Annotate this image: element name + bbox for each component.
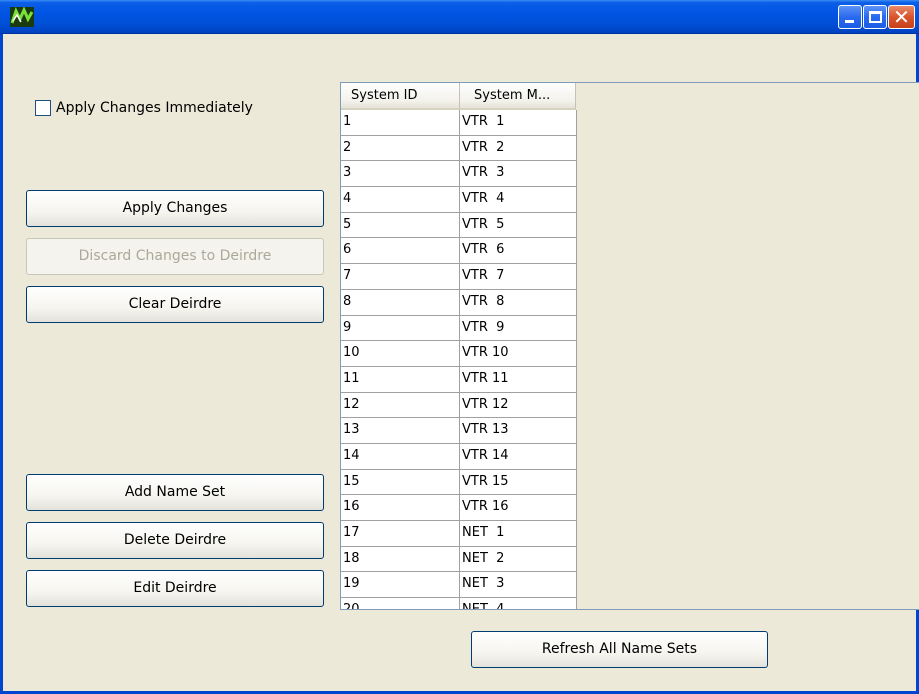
add-name-set-button[interactable]: Add Name Set (26, 474, 324, 511)
table-row[interactable]: 14 VTR 14 (341, 443, 577, 470)
table-row[interactable]: 3 VTR 3 (341, 161, 577, 188)
table-row[interactable]: 9 VTR 9 (341, 315, 577, 342)
cell-system-id[interactable]: 7 (341, 264, 460, 290)
apply-immediately-option[interactable]: Apply Changes Immediately (35, 100, 253, 116)
table-row[interactable]: 8 VTR 8 (341, 289, 577, 316)
cell-system-id[interactable]: 17 (341, 521, 460, 547)
table-body: 1 VTR 1 2 VTR 2 3 VTR 3 4 VTR 4 5 VTR 5 6 VTR 6 7 VTR… (341, 110, 577, 609)
table-row[interactable]: 7 VTR 7 (341, 264, 577, 290)
cell-system-id[interactable]: 13 (341, 418, 460, 444)
refresh-all-name-sets-button[interactable]: Refresh All Name Sets (471, 631, 768, 668)
cell-system-name[interactable]: VTR 4 (460, 187, 577, 213)
close-icon: ✕ (893, 5, 910, 29)
cell-system-name[interactable]: VTR 15 (460, 469, 577, 496)
cell-system-id[interactable]: 14 (341, 443, 460, 470)
cell-system-name[interactable]: VTR 13 (460, 418, 577, 444)
table-row[interactable]: 16 VTR 16 (341, 495, 577, 521)
table-row[interactable]: 12 VTR 12 (341, 392, 577, 419)
cell-system-id[interactable]: 9 (341, 315, 460, 342)
cell-system-id[interactable]: 8 (341, 289, 460, 316)
minimize-button[interactable] (838, 5, 862, 29)
table-row[interactable]: 17 NET 1 (341, 521, 577, 547)
cell-system-id[interactable]: 19 (341, 572, 460, 599)
cell-system-name[interactable]: NET 4 (460, 598, 577, 609)
table-row[interactable]: 1 VTR 1 (341, 110, 577, 136)
cell-system-name[interactable]: VTR 11 (460, 366, 577, 393)
table-row[interactable]: 11 VTR 11 (341, 366, 577, 393)
cell-system-name[interactable]: VTR 12 (460, 392, 577, 419)
edit-deirdre-button[interactable]: Edit Deirdre (26, 570, 324, 607)
cell-system-name[interactable]: VTR 14 (460, 443, 577, 470)
column-header-system-id[interactable]: System ID (341, 83, 460, 110)
cell-system-id[interactable]: 10 (341, 341, 460, 367)
clear-deirdre-button[interactable]: Clear Deirdre (26, 286, 324, 323)
cell-system-id[interactable]: 16 (341, 495, 460, 521)
cell-system-name[interactable]: VTR 7 (460, 264, 577, 290)
cell-system-id[interactable]: 20 (341, 598, 460, 609)
cell-system-name[interactable]: NET 2 (460, 546, 577, 573)
cell-system-id[interactable]: 12 (341, 392, 460, 419)
table-row[interactable]: 18 NET 2 (341, 546, 577, 573)
cell-system-id[interactable]: 5 (341, 212, 460, 239)
name-set-table[interactable]: System ID System M... 1 VTR 1 2 VTR 2 3 VTR 3… (340, 82, 919, 610)
cell-system-name[interactable]: NET 3 (460, 572, 577, 599)
apply-immediately-label: Apply Changes Immediately (56, 100, 253, 116)
cell-system-name[interactable]: VTR 6 (460, 238, 577, 265)
title-bar[interactable]: ✕ (0, 0, 919, 34)
cell-system-id[interactable]: 18 (341, 546, 460, 573)
table-row[interactable]: 10 VTR 10 (341, 341, 577, 367)
cell-system-name[interactable]: VTR 8 (460, 289, 577, 316)
cell-system-id[interactable]: 4 (341, 187, 460, 213)
cell-system-name[interactable]: VTR 5 (460, 212, 577, 239)
delete-deirdre-button[interactable]: Delete Deirdre (26, 522, 324, 559)
cell-system-id[interactable]: 1 (341, 110, 460, 136)
maximize-icon (869, 11, 882, 23)
cell-system-name[interactable]: VTR 9 (460, 315, 577, 342)
close-button[interactable]: ✕ (888, 5, 915, 29)
table-row[interactable]: 20 NET 4 (341, 598, 577, 609)
app-logo-icon (10, 7, 34, 27)
apply-changes-button[interactable]: Apply Changes (26, 190, 324, 227)
cell-system-id[interactable]: 15 (341, 469, 460, 496)
apply-immediately-checkbox[interactable] (35, 100, 51, 116)
cell-system-name[interactable]: VTR 16 (460, 495, 577, 521)
table-row[interactable]: 2 VTR 2 (341, 135, 577, 162)
cell-system-id[interactable]: 2 (341, 135, 460, 162)
cell-system-id[interactable]: 11 (341, 366, 460, 393)
maximize-button[interactable] (863, 5, 887, 29)
cell-system-name[interactable]: VTR 1 (460, 110, 577, 136)
cell-system-name[interactable]: VTR 10 (460, 341, 577, 367)
table-row[interactable]: 4 VTR 4 (341, 187, 577, 213)
cell-system-name[interactable]: NET 1 (460, 521, 577, 547)
table-row[interactable]: 6 VTR 6 (341, 238, 577, 265)
discard-changes-button[interactable]: Discard Changes to Deirdre (26, 238, 324, 275)
cell-system-id[interactable]: 6 (341, 238, 460, 265)
table-row[interactable]: 19 NET 3 (341, 572, 577, 599)
column-header-system-name[interactable]: System M... (460, 83, 576, 110)
table-row[interactable]: 5 VTR 5 (341, 212, 577, 239)
cell-system-name[interactable]: VTR 2 (460, 135, 577, 162)
table-row[interactable]: 13 VTR 13 (341, 418, 577, 444)
cell-system-name[interactable]: VTR 3 (460, 161, 577, 188)
table-row[interactable]: 15 VTR 15 (341, 469, 577, 496)
cell-system-id[interactable]: 3 (341, 161, 460, 188)
minimize-icon (845, 20, 854, 23)
table-header: System ID System M... (341, 83, 576, 110)
